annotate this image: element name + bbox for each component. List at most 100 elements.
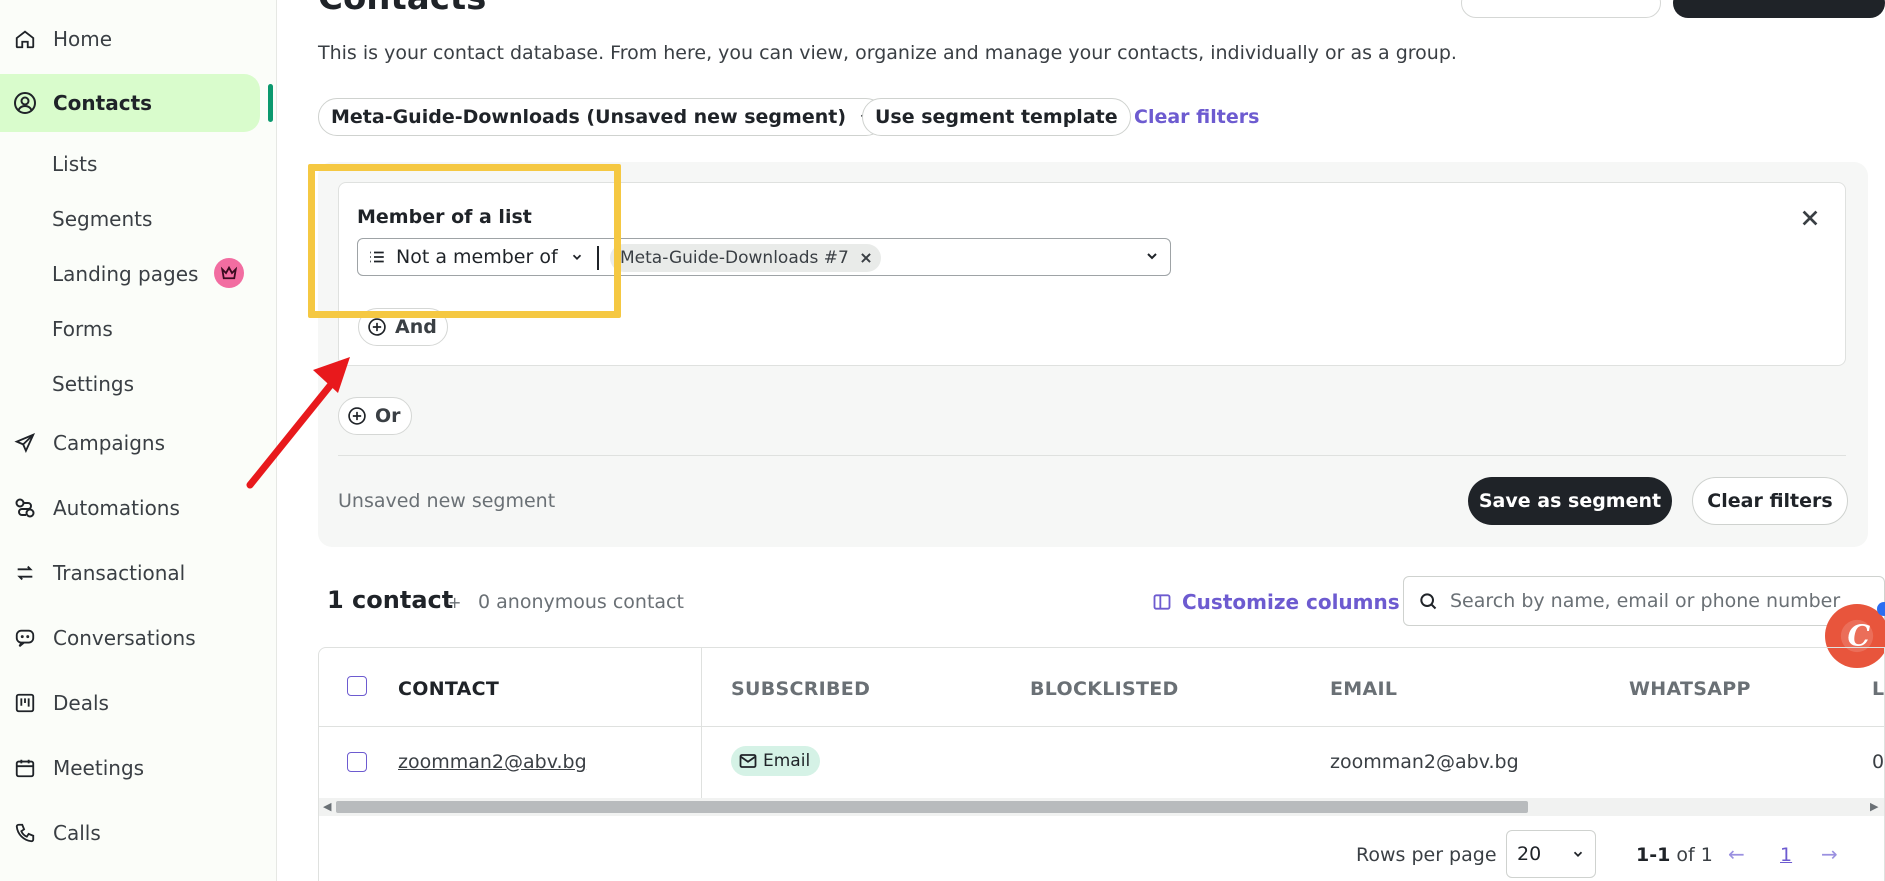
subscribed-badge-label: Email [763,751,811,771]
header-contact[interactable]: CONTACT [398,678,499,700]
plus-sign: + [448,593,462,612]
active-indicator [268,84,273,122]
or-button-label: Or [375,405,401,427]
search-input[interactable] [1450,590,1870,612]
rows-per-page-select[interactable]: 20 [1506,830,1596,878]
chevron-down-icon [1571,847,1585,861]
page-number[interactable]: 1 [1780,844,1792,866]
nav-landing-pages[interactable]: Landing pages [52,262,198,286]
operator-select[interactable]: Not a member of [358,239,584,275]
prev-page-icon[interactable]: ← [1728,842,1745,866]
nav-home-label: Home [53,27,113,51]
subscribed-badge: Email [731,746,821,776]
row-divider [319,726,1884,727]
calendar-icon [13,756,37,780]
segment-select[interactable]: Meta-Guide-Downloads (Unsaved new segmen… [318,98,886,136]
next-page-icon[interactable]: → [1821,842,1838,866]
nav-deals[interactable]: Deals [0,674,277,732]
customize-columns-label: Customize columns [1182,590,1400,614]
close-icon[interactable] [1796,204,1824,232]
chevron-down-icon[interactable] [1144,248,1160,268]
phone-icon [13,821,37,845]
overflow-cell: 0 [1872,751,1885,773]
list-chip: Meta-Guide-Downloads #7 [610,244,881,272]
nav-deals-label: Deals [53,691,109,715]
remove-chip-icon[interactable] [859,251,873,265]
email-cell: zoomman2@abv.bg [1330,751,1519,773]
nav-calls-label: Calls [53,821,101,845]
contact-count: 1 contact [327,586,454,614]
nav-campaigns-label: Campaigns [53,431,166,455]
segment-template-label: Use segment template [875,106,1118,128]
save-segment-button[interactable]: Save as segment [1468,477,1672,525]
and-button[interactable]: And [358,308,448,346]
home-icon [13,27,37,51]
horizontal-scrollbar[interactable]: ◀ ▶ [319,798,1884,816]
sidebar: Home Contacts Lists Segments Landing pag… [0,0,277,881]
page-description: This is your contact database. From here… [318,42,1457,64]
nav-calls[interactable]: Calls [0,804,277,862]
clear-filters-link[interactable]: Clear filters [1134,106,1259,128]
customize-columns-link[interactable]: Customize columns [1152,590,1400,614]
kanban-icon [13,691,37,715]
page-title: Contacts [318,0,486,18]
page-range-rest: of 1 [1676,844,1713,866]
automation-icon [13,496,37,520]
nav-contacts-label: Contacts [53,91,153,115]
nav-transactional-label: Transactional [53,561,186,585]
list-chip-label: Meta-Guide-Downloads #7 [620,248,849,268]
notification-dot [1877,602,1885,616]
or-button[interactable]: Or [338,397,412,435]
segment-template-button[interactable]: Use segment template [862,98,1131,136]
condition-combo: Not a member of Meta-Guide-Downloads #7 [357,238,1171,276]
clear-filters-button[interactable]: Clear filters [1692,477,1848,525]
rows-per-page-value: 20 [1517,843,1542,865]
plus-circle-icon [367,317,387,337]
nav-meetings-label: Meetings [53,756,145,780]
select-all-checkbox[interactable] [347,676,367,696]
row-checkbox[interactable] [347,752,367,772]
nav-conversations-label: Conversations [53,626,196,650]
text-cursor [597,246,599,270]
header-whatsapp[interactable]: WHATSAPP [1629,678,1751,700]
header-email[interactable]: EMAIL [1330,678,1397,700]
nav-contacts[interactable]: Contacts [0,74,260,132]
rows-per-page-label: Rows per page [1356,844,1497,866]
plus-circle-icon [347,406,367,426]
send-icon [13,431,37,455]
nav-meetings[interactable]: Meetings [0,739,277,797]
crown-icon [214,258,244,288]
header-blocklisted[interactable]: BLOCKLISTED [1030,678,1179,700]
and-button-label: And [395,316,437,338]
top-primary-button[interactable] [1673,0,1885,18]
chevron-down-icon [570,250,584,264]
anonymous-count: 0 anonymous contact [478,591,684,613]
nav-lists[interactable]: Lists [52,152,97,176]
nav-forms[interactable]: Forms [52,317,113,341]
page-range: 1-1 of 1 [1636,844,1713,866]
scroll-left-icon[interactable]: ◀ [323,800,331,813]
nav-campaigns[interactable]: Campaigns [0,414,277,472]
contact-link[interactable]: zoomman2@abv.bg [398,751,587,773]
main-content: Contacts This is your contact database. … [278,0,1885,881]
columns-icon [1152,592,1172,612]
top-secondary-button[interactable] [1461,0,1661,18]
scrollbar-thumb[interactable] [336,801,1528,813]
mail-icon [739,753,757,769]
header-overflow[interactable]: L [1872,678,1884,700]
search-icon [1418,591,1438,611]
nav-transactional[interactable]: Transactional [0,544,277,602]
header-subscribed[interactable]: SUBSCRIBED [731,678,870,700]
nav-home[interactable]: Home [0,10,277,68]
segment-select-label: Meta-Guide-Downloads (Unsaved new segmen… [331,106,847,128]
nav-settings[interactable]: Settings [52,372,134,396]
nav-automations[interactable]: Automations [0,479,277,537]
nav-segments[interactable]: Segments [52,207,152,231]
nav-conversations[interactable]: Conversations [0,609,277,667]
repeat-icon [13,561,37,585]
user-circle-icon [13,91,37,115]
scroll-right-icon[interactable]: ▶ [1870,800,1878,813]
column-divider [701,648,702,798]
divider [338,455,1846,456]
page-range-bold: 1-1 [1636,844,1671,866]
